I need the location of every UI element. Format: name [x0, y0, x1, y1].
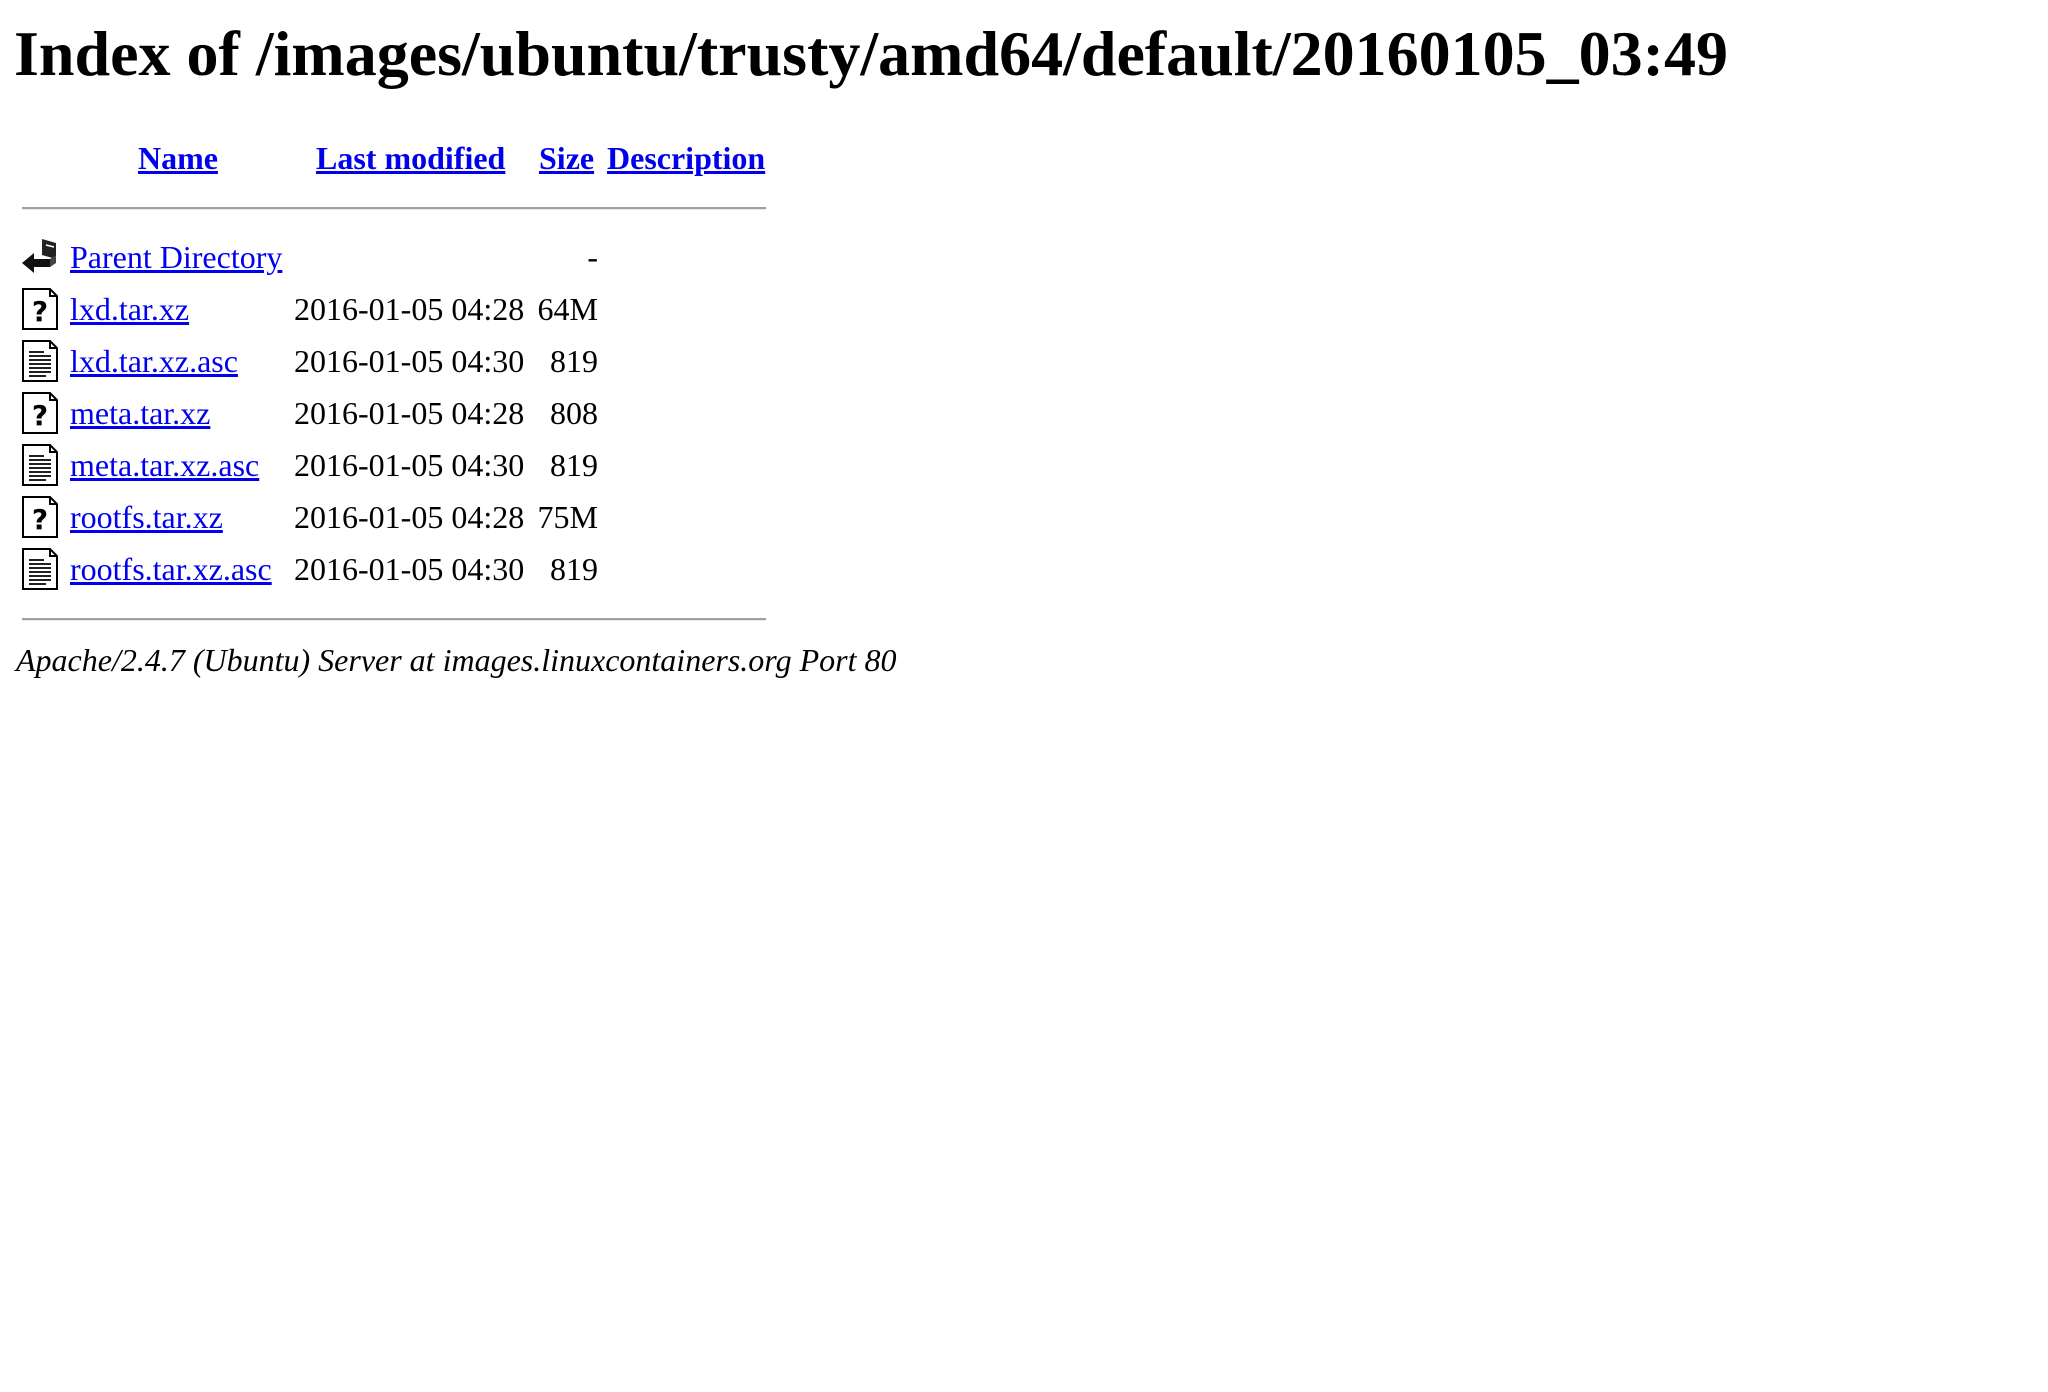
file-size: 64M — [537, 291, 598, 327]
file-size: 819 — [550, 447, 598, 483]
svg-text:?: ? — [32, 295, 48, 328]
file-modified: 2016-01-05 04:28 — [294, 291, 525, 327]
file-size: 808 — [550, 395, 598, 431]
file-size: 819 — [550, 343, 598, 379]
column-header-name[interactable]: Name — [138, 138, 218, 178]
column-header-last-modified[interactable]: Last modified — [316, 138, 505, 178]
parent-directory-link[interactable]: Parent Directory — [70, 237, 282, 277]
unknown-file-icon: ? — [20, 391, 60, 435]
file-link[interactable]: lxd.tar.xz — [70, 289, 189, 329]
text-file-icon — [20, 339, 60, 383]
file-modified: 2016-01-05 04:30 — [294, 343, 525, 379]
file-modified: 2016-01-05 04:30 — [294, 447, 525, 483]
back-arrow-icon — [20, 235, 60, 279]
file-modified: 2016-01-05 04:28 — [294, 499, 525, 535]
file-modified: 2016-01-05 04:30 — [294, 551, 525, 587]
file-link[interactable]: meta.tar.xz — [70, 393, 210, 433]
list-item-parent-directory: Parent Directory - — [0, 231, 800, 283]
text-file-icon — [20, 547, 60, 591]
list-item-file: ? rootfs.tar.xz 2016-01-05 04:28 75M — [0, 491, 800, 543]
file-size: - — [587, 239, 598, 275]
page-title: Index of /images/ubuntu/trusty/amd64/def… — [14, 18, 1728, 89]
file-modified: 2016-01-05 04:28 — [294, 395, 525, 431]
file-size: 819 — [550, 551, 598, 587]
list-item-file: ? meta.tar.xz 2016-01-05 04:28 808 — [0, 387, 800, 439]
server-signature: Apache/2.4.7 (Ubuntu) Server at images.l… — [16, 642, 897, 678]
bottom-divider — [22, 618, 766, 621]
top-divider — [22, 207, 766, 210]
list-item-file: ? lxd.tar.xz 2016-01-05 04:28 64M — [0, 283, 800, 335]
text-file-icon — [20, 443, 60, 487]
column-header-description[interactable]: Description — [607, 138, 765, 178]
file-link[interactable]: rootfs.tar.xz.asc — [70, 549, 272, 589]
list-item-file: rootfs.tar.xz.asc 2016-01-05 04:30 819 — [0, 543, 800, 595]
list-item-file: meta.tar.xz.asc 2016-01-05 04:30 819 — [0, 439, 800, 491]
file-size: 75M — [537, 499, 598, 535]
svg-text:?: ? — [32, 399, 48, 432]
file-link[interactable]: rootfs.tar.xz — [70, 497, 223, 537]
file-link[interactable]: lxd.tar.xz.asc — [70, 341, 238, 381]
list-item-file: lxd.tar.xz.asc 2016-01-05 04:30 819 — [0, 335, 800, 387]
unknown-file-icon: ? — [20, 495, 60, 539]
file-link[interactable]: meta.tar.xz.asc — [70, 445, 259, 485]
column-header-size[interactable]: Size — [539, 138, 594, 178]
unknown-file-icon: ? — [20, 287, 60, 331]
svg-text:?: ? — [32, 503, 48, 536]
